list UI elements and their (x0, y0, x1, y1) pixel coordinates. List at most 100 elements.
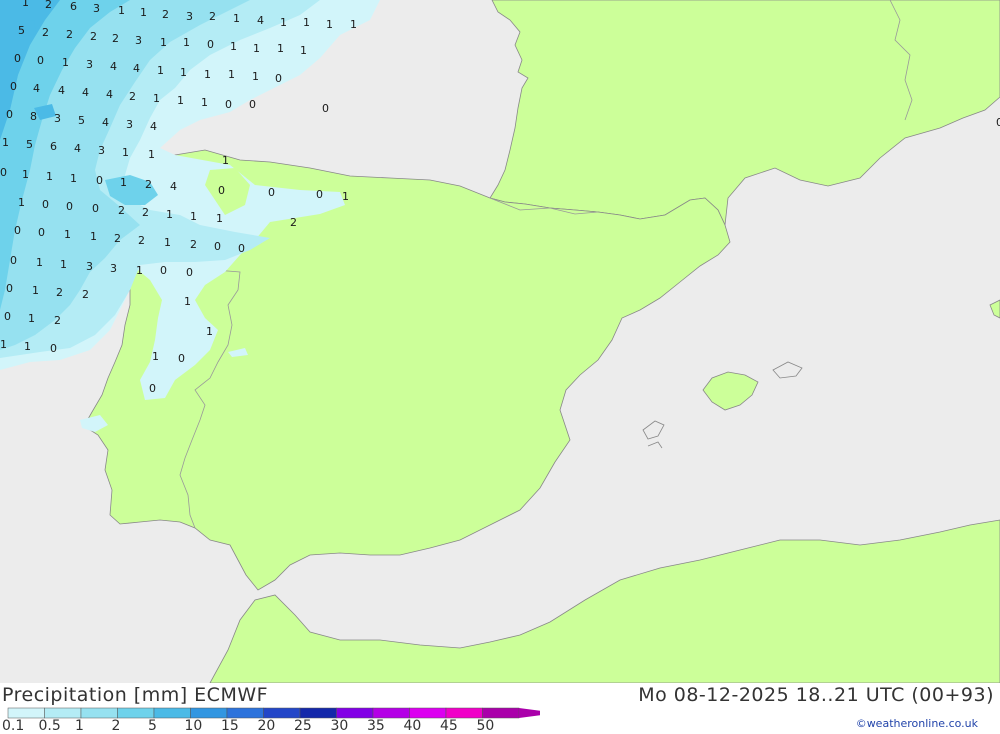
precip-value-label: 1 (164, 236, 171, 249)
precip-value-label: 0 (322, 102, 329, 115)
precip-value-label: 1 (22, 168, 29, 181)
precip-value-label: 0 (92, 202, 99, 215)
precip-value-label: 4 (33, 82, 40, 95)
precip-value-label: 0 (42, 198, 49, 211)
legend-tick-label: 30 (330, 718, 349, 734)
precip-value-label: 3 (54, 112, 61, 125)
legend-tick-label: 15 (221, 718, 239, 734)
legend-tick-label: 5 (148, 718, 157, 734)
precip-value-label: 1 (152, 350, 159, 363)
precip-value-label: 6 (70, 0, 77, 13)
legend-tick-label: 10 (184, 718, 203, 734)
precip-value-label: 1 (28, 312, 35, 325)
precip-value-label: 1 (177, 94, 184, 107)
legend-tick-label: 1 (75, 718, 84, 734)
precip-value-label: 0 (96, 174, 103, 187)
precip-value-label: 3 (98, 144, 105, 157)
precip-value-label: 1 (70, 172, 77, 185)
precip-value-label: 4 (82, 86, 89, 99)
precip-value-label: 2 (56, 286, 63, 299)
precip-value-label: 1 (122, 146, 129, 159)
legend-swatch (190, 707, 228, 719)
precip-value-label: 1 (342, 190, 349, 203)
precip-value-label: 0 (186, 266, 193, 279)
precip-value-label: 1 (24, 340, 31, 353)
precip-value-label: 0 (4, 310, 11, 323)
footer: Precipitation [mm] ECMWF Mo 08-12-2025 1… (0, 683, 1000, 734)
precip-value-label: 0 (50, 342, 57, 355)
precip-value-label: 2 (82, 288, 89, 301)
legend-tick-label: 0.1 (2, 718, 25, 734)
precip-value-label: 0 (249, 98, 256, 111)
legend-tick-label: 20 (257, 718, 276, 734)
legend-swatch (445, 707, 483, 719)
precip-value-label: 2 (42, 26, 49, 39)
precip-value-label: 0 (0, 166, 7, 179)
precip-value-label: 1 (36, 256, 43, 269)
credit-link[interactable]: ©weatheronline.co.uk (856, 717, 978, 730)
precip-value-label: 3 (110, 262, 117, 275)
precip-value-label: 4 (170, 180, 177, 193)
precip-value-label: 1 (157, 64, 164, 77)
precip-value-label: 0 (275, 72, 282, 85)
precip-value-label: 2 (142, 206, 149, 219)
legend-swatch (153, 707, 191, 719)
precip-value-label: 2 (54, 314, 61, 327)
precip-value-label: 1 (2, 136, 9, 149)
precip-value-label: 1 (18, 196, 25, 209)
precip-value-label: 4 (74, 142, 81, 155)
precip-value-label: 2 (138, 234, 145, 247)
precip-value-label: 2 (145, 178, 152, 191)
precip-value-label: 2 (190, 238, 197, 251)
precip-value-label: 4 (110, 60, 117, 73)
precip-value-label: 1 (222, 154, 229, 167)
precip-value-label: 0 (6, 108, 13, 121)
precip-value-label: 1 (183, 36, 190, 49)
precipitation-map: 1 2 6 3 1 1 2 3 2 1 4 1 1 1 1 5 2 2 2 2 3 1 1 0 1 1 1 1 0 0 1 3 4 4 1 1 1 1 1 0… (0, 0, 1000, 683)
precip-value-label: 3 (135, 34, 142, 47)
precip-value-label: 0 (10, 254, 17, 267)
precip-value-label: 4 (150, 120, 157, 133)
precip-value-label: 2 (66, 28, 73, 41)
valid-time: Mo 08-12-2025 18..21 UTC (00+93) (638, 684, 994, 706)
precip-value-label: 1 (90, 230, 97, 243)
precip-value-label: 5 (78, 114, 85, 127)
precip-value-label: 1 (230, 40, 237, 53)
legend-swatch (409, 707, 447, 719)
precip-value-label: 1 (140, 6, 147, 19)
precip-value-label: 1 (233, 12, 240, 25)
precip-value-label: 0 (178, 352, 185, 365)
precip-value-label: 1 (160, 36, 167, 49)
precip-value-label: 1 (153, 92, 160, 105)
precip-value-label: 5 (18, 24, 25, 37)
precip-value-label: 2 (90, 30, 97, 43)
precip-value-label: 1 (253, 42, 260, 55)
precip-value-label: 0 (38, 226, 45, 239)
precip-value-label: 0 (225, 98, 232, 111)
legend-swatch (7, 707, 45, 719)
precip-value-label: 2 (112, 32, 119, 45)
precip-value-label: 4 (102, 116, 109, 129)
precip-value-label: 1 (64, 228, 71, 241)
precip-value-label: 2 (162, 8, 169, 21)
precip-value-label: 0 (160, 264, 167, 277)
precip-value-label: 1 (216, 212, 223, 225)
precip-value-label: 1 (190, 210, 197, 223)
precip-value-label: 2 (290, 216, 297, 229)
legend-swatch (336, 707, 374, 719)
precip-value-label: 1 (0, 338, 7, 351)
precip-value-label: 2 (114, 232, 121, 245)
precip-value-label: 0 (218, 184, 225, 197)
precip-value-label: 1 (252, 70, 259, 83)
precip-value-label: 2 (45, 0, 52, 11)
precip-value-label: 0 (66, 200, 73, 213)
legend-swatch (80, 707, 118, 719)
precip-value-label: 3 (186, 10, 193, 23)
legend-arrow (519, 708, 540, 718)
precip-value-label: 1 (326, 18, 333, 31)
precip-value-label: 4 (133, 62, 140, 75)
legend-tick-label: 50 (476, 718, 495, 734)
legend-tick-label: 25 (294, 718, 312, 734)
legend-tick-label: 0.5 (38, 718, 61, 734)
precip-value-label: 0 (6, 282, 13, 295)
